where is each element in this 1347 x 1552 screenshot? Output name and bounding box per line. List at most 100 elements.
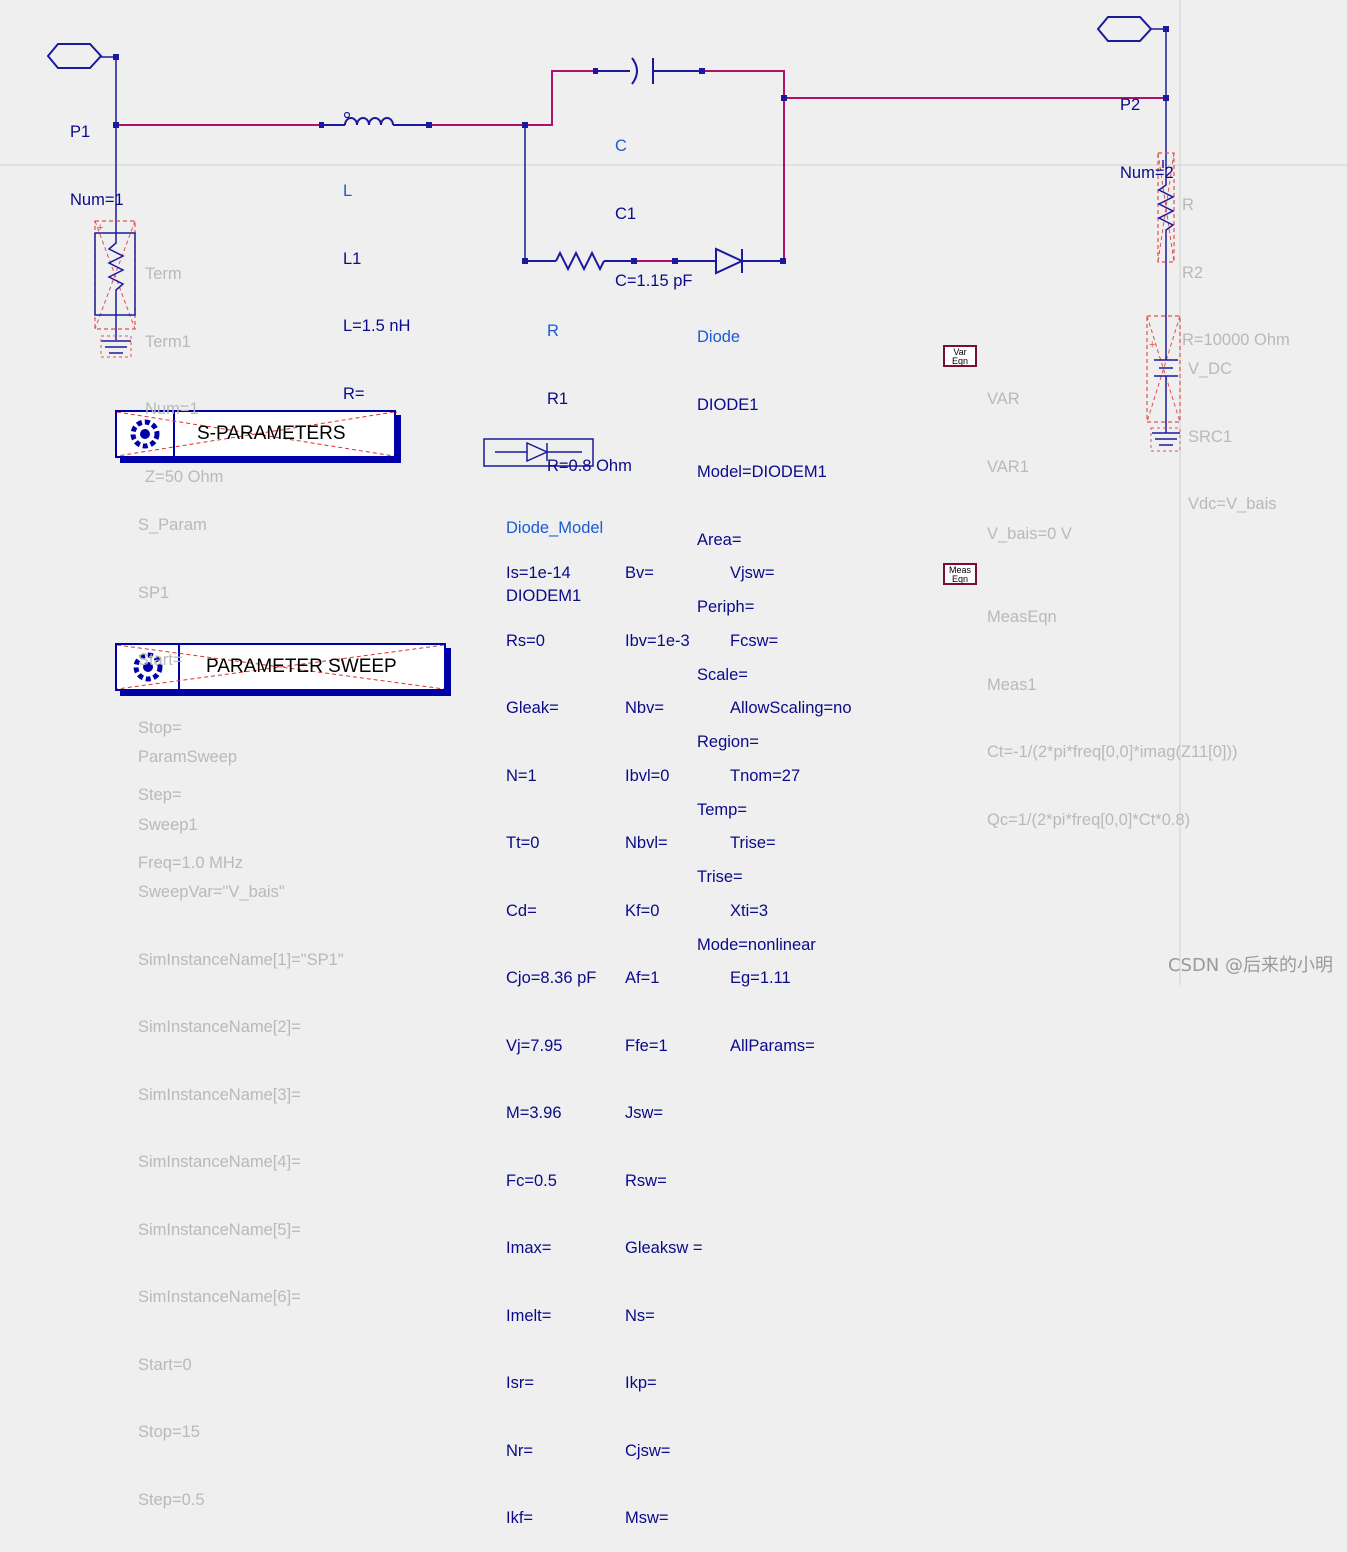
model-param: AllParams=: [730, 1036, 815, 1055]
sweep-param: SimInstanceName[2]=: [138, 1018, 301, 1036]
var-label: VAR VAR1 V_bais=0 V: [987, 343, 1072, 568]
vdc-param: Vdc=V_bais: [1188, 495, 1277, 513]
diode-model-col1: Is=1e-14 Rs=0 Gleak= N=1 Tt=0 Cd= Cjo=8.…: [506, 517, 596, 1552]
sweep-param: SweepVar="V_bais": [138, 883, 285, 901]
resistor-r2-type: R: [1182, 196, 1194, 214]
term-param: Num=1: [145, 400, 199, 418]
resistor-r1-label: R R1 R=0.8 Ohm: [547, 275, 632, 500]
inductor-name: L1: [343, 249, 362, 268]
diode-param: Model=DIODEM1: [697, 463, 827, 481]
sweep-name: Sweep1: [138, 815, 198, 834]
port-p2-label: P2 Num=2: [1120, 49, 1174, 207]
model-param: Fcsw=: [730, 631, 779, 650]
model-param: Bv=: [625, 564, 654, 582]
sweep-param: SimInstanceName[5]=: [138, 1220, 301, 1239]
model-param: Nbv=: [625, 699, 664, 717]
model-param: Isr=: [506, 1374, 534, 1392]
capacitor-type: C: [615, 137, 627, 155]
var-type: VAR: [987, 390, 1020, 408]
vdc-name: SRC1: [1188, 427, 1233, 446]
model-param: Ikp=: [625, 1374, 657, 1392]
model-param: Fc=0.5: [506, 1171, 557, 1190]
port-p2-num: Num=2: [1120, 163, 1174, 182]
model-param: Is=1e-14: [506, 564, 571, 582]
model-param: Cjsw=: [625, 1441, 671, 1460]
term-type: Term: [145, 265, 182, 283]
sparam-param: Start=: [138, 651, 183, 669]
model-param: Cjo=8.36 pF: [506, 969, 597, 987]
model-param: Vj=7.95: [506, 1036, 563, 1055]
resistor-r1-type: R: [547, 322, 559, 340]
sparam-name: SP1: [138, 583, 170, 602]
port-p2-name: P2: [1120, 96, 1141, 114]
model-param: N=1: [506, 766, 537, 785]
meas-eqn-icon[interactable]: Meas Eqn: [943, 563, 977, 585]
model-param: Trise=: [730, 834, 776, 852]
model-param: Tnom=27: [730, 766, 801, 785]
model-param: Ikf=: [506, 1509, 534, 1527]
diode-name: DIODE1: [697, 395, 759, 414]
model-param: Af=1: [625, 969, 660, 987]
meas-label: MeasEqn Meas1 Ct=-1/(2*pi*freq[0,0]*imag…: [987, 561, 1238, 854]
model-param: Imax=: [506, 1239, 552, 1257]
sweep-param: Step=0.5: [138, 1490, 205, 1509]
vdc-type: V_DC: [1188, 360, 1233, 378]
term1-symbol[interactable]: +: [94, 220, 136, 358]
model-param: AllowScaling=no: [730, 699, 852, 717]
model-param: Kf=0: [625, 901, 660, 920]
model-param: Ibv=1e-3: [625, 631, 690, 650]
model-param: Xti=3: [730, 901, 769, 920]
sweep-param: Start=0: [138, 1355, 192, 1374]
inductor-param: L=1.5 nH: [343, 317, 411, 335]
inductor-l1-symbol[interactable]: [322, 111, 429, 126]
meas-name: Meas1: [987, 675, 1037, 694]
resistor-r1-name: R1: [547, 389, 569, 408]
model-param: Msw=: [625, 1509, 669, 1527]
var-icon-line2: Eqn: [951, 356, 968, 366]
sweep-type: ParamSweep: [138, 748, 238, 766]
model-param: Ns=: [625, 1306, 655, 1325]
sweep-param: Stop=15: [138, 1423, 200, 1441]
sweep-param: SimInstanceName[4]=: [138, 1153, 301, 1171]
model-param: Rsw=: [625, 1171, 667, 1190]
model-param: Nbvl=: [625, 834, 668, 852]
vdc-source-symbol[interactable]: +: [1146, 315, 1181, 452]
wire-node-to-c1: [525, 70, 596, 126]
port-p1-symbol[interactable]: [46, 43, 116, 69]
sparam-type: S_Param: [138, 516, 207, 534]
vdc-label: V_DC SRC1 Vdc=V_bais: [1188, 313, 1277, 538]
model-param: Imelt=: [506, 1306, 552, 1325]
capacitor-c1-symbol[interactable]: [596, 57, 702, 85]
meas-icon-line2: Eqn: [951, 574, 968, 584]
model-param: Gleaksw =: [625, 1239, 703, 1257]
term1-label: Term Term1 Num=1 Z=50 Ohm: [145, 218, 223, 511]
inductor-type: L: [343, 182, 353, 200]
meas-type: MeasEqn: [987, 608, 1057, 626]
meas-param: Qc=1/(2*pi*freq[0,0]*Ct*0.8): [987, 810, 1191, 829]
model-param: Ffe=1: [625, 1036, 668, 1055]
model-param: Eg=1.11: [730, 969, 791, 987]
model-param: Vjsw=: [730, 564, 775, 582]
sweep-param: SimInstanceName[1]="SP1": [138, 950, 344, 969]
resistor-r2-name: R2: [1182, 263, 1204, 282]
capacitor-name: C1: [615, 204, 637, 223]
model-param: Ibvl=0: [625, 766, 670, 785]
model-param: Gleak=: [506, 699, 559, 717]
port-p1-name: P1: [70, 123, 91, 141]
inductor-param: R=: [343, 384, 365, 403]
model-param: M=3.96: [506, 1104, 562, 1122]
model-param: Tt=0: [506, 834, 540, 852]
inductor-l1-label: L L1 L=1.5 nH R=: [343, 135, 410, 428]
diode-model-col3: Vjsw= Fcsw= AllowScaling=no Tnom=27 Tris…: [730, 517, 852, 1080]
diode-type: Diode: [697, 328, 741, 346]
svg-text:+: +: [1149, 339, 1155, 351]
meas-param: Ct=-1/(2*pi*freq[0,0]*imag(Z11[0])): [987, 743, 1238, 761]
wire-node-to-r1: [524, 125, 528, 262]
sweep-param: SimInstanceName[3]=: [138, 1085, 301, 1104]
var-eqn-icon[interactable]: Var Eqn: [943, 345, 977, 367]
wire-diode-to-node2: [783, 98, 785, 262]
port-p2-symbol[interactable]: [1096, 16, 1166, 42]
sweep-param: SimInstanceName[6]=: [138, 1288, 301, 1306]
model-param: Rs=0: [506, 631, 545, 650]
port-p1-label: P1 Num=1: [70, 76, 124, 234]
